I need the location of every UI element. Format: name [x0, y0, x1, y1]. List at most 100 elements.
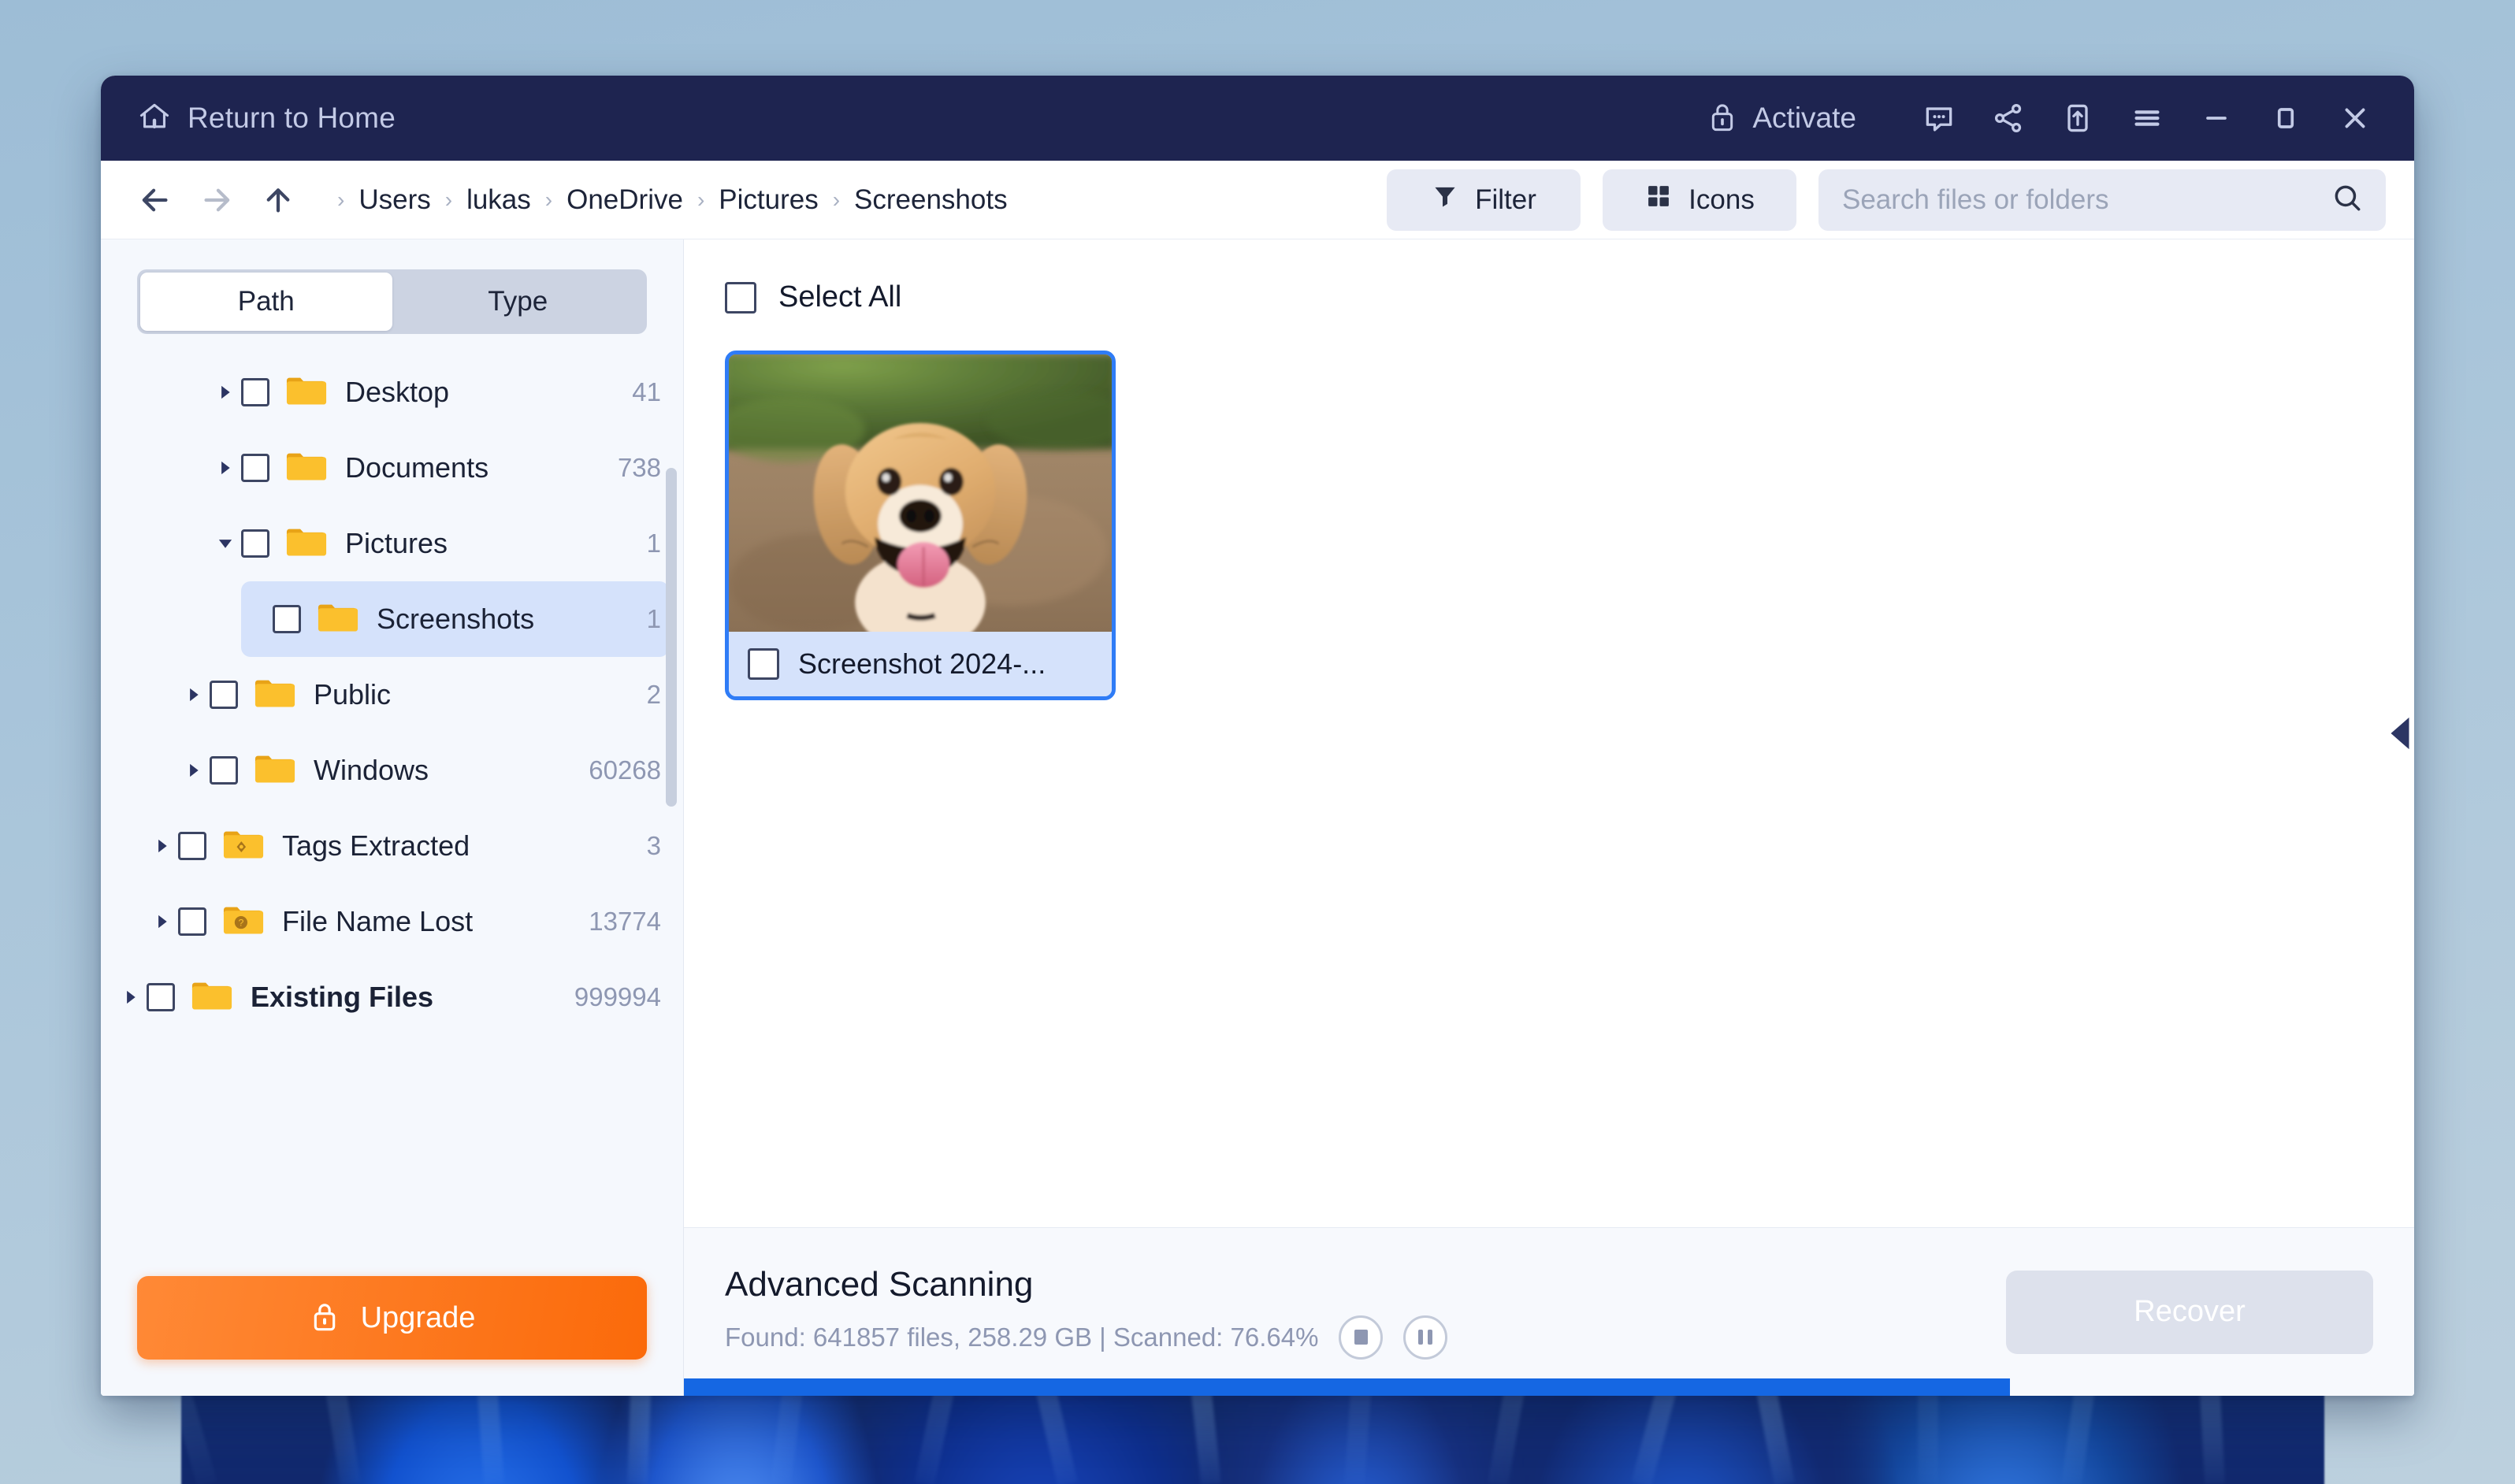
chevron-right-icon[interactable] — [115, 987, 147, 1007]
upgrade-button[interactable]: Upgrade — [137, 1276, 647, 1360]
tree-item-pictures[interactable]: Pictures1 — [210, 506, 669, 581]
breadcrumb-item-pictures[interactable]: Pictures — [709, 180, 827, 221]
sidebar-tab-path[interactable]: Path — [140, 273, 392, 331]
minimize-icon[interactable] — [2187, 89, 2246, 147]
chevron-right-icon[interactable] — [178, 684, 210, 705]
tree-item-checkbox[interactable] — [241, 378, 269, 406]
tree-item-file-name-lost[interactable]: ?File Name Lost13774 — [147, 884, 669, 959]
tree-item-documents[interactable]: Documents738 — [210, 430, 669, 506]
tree-item-checkbox[interactable] — [178, 832, 206, 860]
filter-label: Filter — [1475, 184, 1536, 216]
tree-item-label: Existing Files — [251, 981, 562, 1014]
tree-item-label: Tags Extracted — [282, 829, 634, 863]
folder-icon — [317, 600, 359, 639]
chevron-right-icon[interactable] — [210, 382, 241, 403]
chevron-down-icon[interactable] — [210, 533, 241, 554]
chevron-right-icon — [121, 987, 141, 1007]
tree-item-checkbox[interactable] — [241, 529, 269, 558]
pause-icon[interactable] — [1403, 1315, 1447, 1360]
file-checkbox[interactable] — [748, 648, 779, 680]
home-icon — [137, 99, 172, 138]
triangle-left-icon[interactable] — [2386, 710, 2414, 757]
tree-item-checkbox[interactable] — [178, 907, 206, 936]
dog-photo-thumbnail[interactable] — [729, 354, 1112, 632]
tree-item-count: 2 — [647, 680, 661, 710]
tree-item-label: Documents — [345, 451, 605, 484]
chevron-down-icon — [215, 533, 236, 554]
sidebar-tab-path-label: Path — [238, 286, 295, 317]
main-content: Select All — [684, 239, 2414, 1396]
chevron-right-icon[interactable] — [147, 836, 178, 856]
share-icon[interactable] — [1979, 89, 2038, 147]
view-mode-button[interactable]: Icons — [1603, 169, 1796, 231]
chevron-right-icon — [152, 836, 173, 856]
hamburger-menu-icon[interactable] — [2118, 89, 2176, 147]
tree-item-label: Windows — [314, 754, 576, 787]
folder-icon — [285, 373, 328, 412]
upgrade-section: Upgrade — [101, 1276, 683, 1396]
feedback-chat-icon[interactable] — [1910, 89, 1968, 147]
stop-icon[interactable] — [1339, 1315, 1383, 1360]
upload-icon[interactable] — [2049, 89, 2107, 147]
chevron-right-icon — [215, 458, 236, 478]
breadcrumb-item-onedrive[interactable]: OneDrive — [557, 180, 693, 221]
chevron-right-icon[interactable] — [178, 760, 210, 781]
sidebar-tab-type-label: Type — [488, 286, 548, 317]
filter-button[interactable]: Filter — [1387, 169, 1581, 231]
tree-item-tags-extracted[interactable]: Tags Extracted3 — [147, 808, 669, 884]
tree-item-public[interactable]: Public2 — [178, 657, 669, 733]
dog-photo-image — [729, 354, 1112, 632]
status-bar: Advanced Scanning Found: 641857 files, 2… — [684, 1227, 2414, 1396]
select-all-label: Select All — [778, 280, 901, 314]
tree-item-label: Screenshots — [377, 603, 634, 636]
folder-icon — [285, 525, 328, 563]
tree-item-checkbox[interactable] — [210, 756, 238, 785]
scan-status-block: Advanced Scanning Found: 641857 files, 2… — [725, 1265, 1447, 1360]
return-to-home-button[interactable]: Return to Home — [128, 93, 405, 144]
tree-item-checkbox[interactable] — [241, 454, 269, 482]
breadcrumb-item-screenshots[interactable]: Screenshots — [845, 180, 1017, 221]
tree-item-windows[interactable]: Windows 60268 — [178, 733, 669, 808]
lock-icon — [1707, 99, 1738, 138]
tree-item-screenshots[interactable]: Screenshots 1 — [241, 581, 669, 657]
stop-glyph — [1354, 1330, 1368, 1345]
search-input[interactable] — [1842, 184, 2331, 216]
activate-button[interactable]: Activate — [1696, 93, 1867, 144]
tree-item-desktop[interactable]: Desktop41 — [210, 354, 669, 430]
select-all-row[interactable]: Select All — [725, 280, 901, 314]
maximize-icon[interactable] — [2257, 89, 2315, 147]
breadcrumb-item-users[interactable]: Users — [349, 180, 440, 221]
back-button[interactable] — [124, 169, 186, 231]
up-one-level-button[interactable] — [247, 169, 309, 231]
recover-button[interactable]: Recover — [2006, 1271, 2373, 1354]
file-name-label: Screenshot 2024-... — [798, 647, 1046, 681]
pause-glyph — [1418, 1330, 1432, 1345]
tree-item-checkbox[interactable] — [210, 681, 238, 709]
chevron-right-icon — [184, 684, 204, 705]
breadcrumb-item-lukas[interactable]: lukas — [457, 180, 541, 221]
title-bar: Return to Home Activate — [101, 76, 2414, 161]
search-box[interactable] — [1818, 169, 2386, 231]
scan-details: Found: 641857 files, 258.29 GB | Scanned… — [725, 1323, 1318, 1352]
tree-item-count: 60268 — [589, 755, 661, 785]
tree-item-checkbox[interactable] — [147, 983, 175, 1011]
tree-item-count: 1 — [647, 604, 661, 634]
tree-item-existing-files[interactable]: Existing Files999994 — [115, 959, 669, 1035]
chevron-right-icon[interactable] — [210, 458, 241, 478]
chevron-right-icon — [215, 382, 236, 403]
search-icon[interactable] — [2331, 181, 2364, 218]
sidebar-tab-type[interactable]: Type — [392, 273, 645, 331]
upgrade-label: Upgrade — [361, 1301, 476, 1335]
tree-item-checkbox[interactable] — [273, 605, 301, 633]
sidebar-scrollbar-thumb[interactable] — [666, 468, 677, 807]
chevron-right-icon[interactable] — [147, 911, 178, 932]
sidebar-scrollbar-track[interactable] — [666, 468, 677, 807]
select-all-checkbox[interactable] — [725, 282, 756, 313]
folder-icon — [254, 751, 296, 790]
forward-button[interactable] — [186, 169, 247, 231]
folder-tree[interactable]: Desktop41Documents738Pictures1Screenshot… — [101, 354, 683, 1276]
file-card[interactable]: Screenshot 2024-... — [725, 351, 1116, 700]
chevron-right-icon — [184, 760, 204, 781]
chevron-right-icon — [152, 911, 173, 932]
close-icon[interactable] — [2326, 89, 2384, 147]
